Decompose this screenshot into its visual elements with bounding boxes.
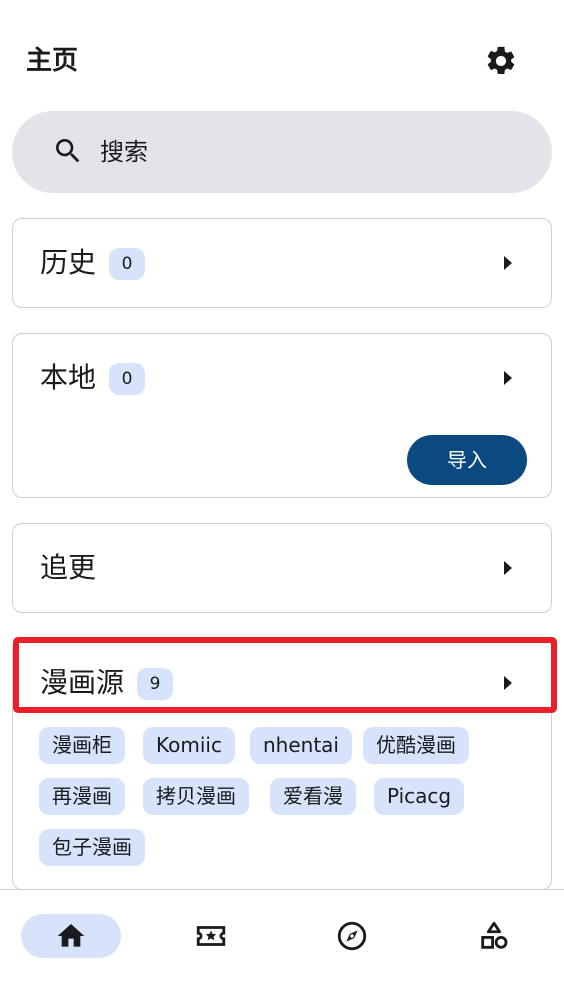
gear-icon xyxy=(487,46,515,75)
settings-button[interactable] xyxy=(478,38,524,84)
explore-compass-icon xyxy=(337,921,367,951)
local-card: 本地 0 导入 xyxy=(12,333,552,498)
local-count-badge: 0 xyxy=(109,363,145,395)
nav-home[interactable] xyxy=(21,914,121,958)
following-card: 追更 xyxy=(12,523,552,613)
nav-favorites[interactable] xyxy=(161,914,261,958)
chevron-right-icon xyxy=(504,256,512,270)
history-count-badge: 0 xyxy=(109,248,145,280)
source-tag[interactable]: Komiic xyxy=(143,727,235,764)
history-card: 历史 0 xyxy=(12,218,552,308)
import-button[interactable]: 导入 xyxy=(407,435,527,485)
source-tag[interactable]: 优酷漫画 xyxy=(363,727,469,764)
bottom-navigation xyxy=(0,889,564,1004)
source-tag[interactable]: 再漫画 xyxy=(39,778,125,815)
app-header: 主页 xyxy=(0,0,564,110)
search-bar[interactable]: 搜索 xyxy=(12,111,552,193)
following-card-header[interactable]: 追更 xyxy=(13,524,551,612)
chevron-right-icon xyxy=(504,371,512,385)
local-card-header[interactable]: 本地 0 xyxy=(13,334,551,422)
source-tag[interactable]: 漫画柜 xyxy=(39,727,125,764)
source-tag[interactable]: Picacg xyxy=(374,778,465,815)
chevron-right-icon xyxy=(504,561,512,575)
page-title: 主页 xyxy=(26,46,79,76)
highlight-box xyxy=(13,637,557,713)
categories-icon xyxy=(481,921,508,949)
home-icon xyxy=(57,924,85,947)
favorites-icon xyxy=(196,926,226,946)
search-icon xyxy=(56,139,80,163)
nav-explore[interactable] xyxy=(302,914,402,958)
history-title: 历史 xyxy=(40,246,97,279)
source-tag[interactable]: nhentai xyxy=(250,727,352,764)
following-title: 追更 xyxy=(40,551,97,584)
local-title: 本地 xyxy=(40,361,97,394)
source-tag[interactable]: 爱看漫 xyxy=(270,778,356,815)
history-card-header[interactable]: 历史 0 xyxy=(13,219,551,307)
source-tag[interactable]: 包子漫画 xyxy=(39,829,145,866)
source-tag[interactable]: 拷贝漫画 xyxy=(143,778,249,815)
search-placeholder: 搜索 xyxy=(100,138,148,166)
nav-categories[interactable] xyxy=(444,914,544,958)
